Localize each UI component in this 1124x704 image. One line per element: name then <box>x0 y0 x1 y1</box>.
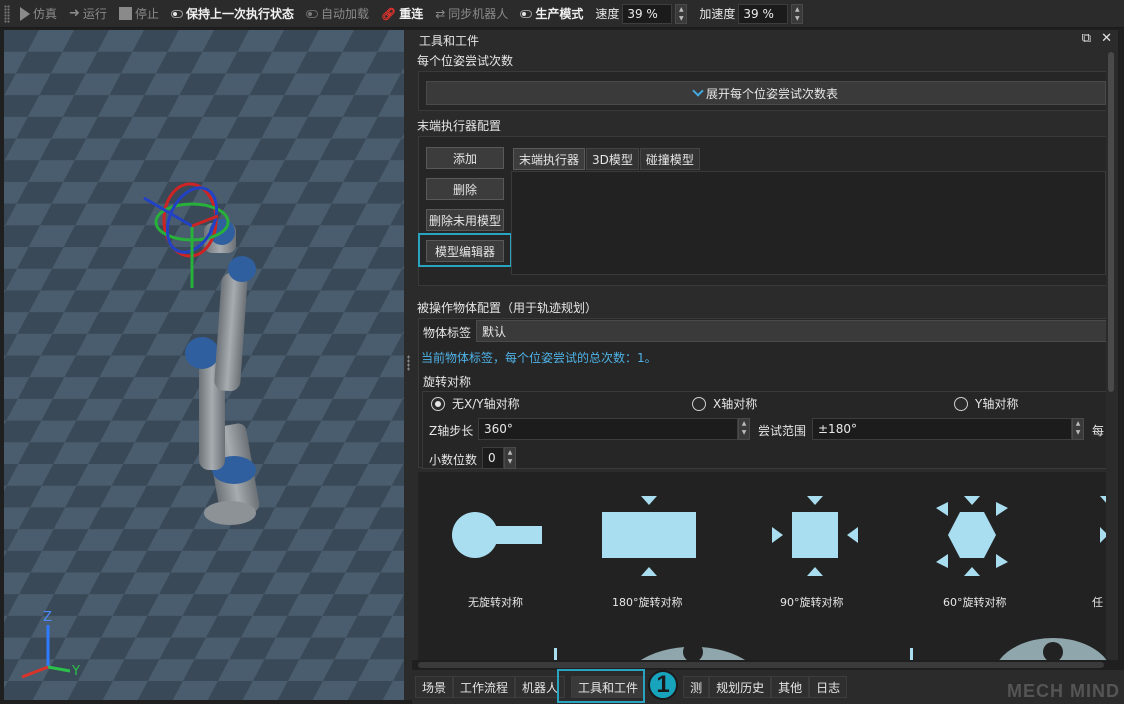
total-attempts-info: 当前物体标签，每个位姿尝试的总次数：1。 <box>421 351 657 365</box>
speed-control: 速度 39 % ▲ ▼ <box>589 0 693 28</box>
panel-scrollbar[interactable] <box>1106 52 1116 658</box>
radio-icon <box>954 396 968 411</box>
rotation-60-shape <box>936 496 1008 576</box>
delete-unused-models-button[interactable]: 删除未用模型 <box>426 209 504 231</box>
run-icon: ➜ <box>69 6 80 21</box>
step-badge-1: 1 <box>648 670 678 700</box>
panel-title: 工具和工件 <box>419 33 480 48</box>
symmetry-diagrams <box>452 496 1108 660</box>
object-tag-label: 物体标签 <box>423 326 472 340</box>
accel-input[interactable]: 39 % <box>738 3 789 24</box>
object-tag-select[interactable]: 默认 <box>476 320 1108 342</box>
axis-y-label: Y <box>71 664 80 679</box>
no-rotation-symmetry-shape <box>452 512 542 558</box>
object-section-label: 被操作物体配置（用于轨迹规划） <box>417 301 598 315</box>
keep-state-toggle[interactable]: 保持上一次执行状态 <box>165 0 300 28</box>
accel-stepper[interactable]: ▲ ▼ <box>791 3 804 24</box>
scene-viewport[interactable]: Z Y <box>4 30 404 700</box>
accel-control: 加速度 39 % ▲ ▼ <box>693 0 809 28</box>
caption-60: 60°旋转对称 <box>943 596 1007 609</box>
radio-selected-icon <box>431 396 445 411</box>
tab-measure[interactable]: 测 <box>683 676 710 698</box>
horizontal-scrollbar[interactable] <box>418 662 1104 668</box>
per-label: 每 <box>1092 424 1105 438</box>
effector-section-label: 末端执行器配置 <box>417 119 502 133</box>
auto-load-toggle[interactable]: 自动加载 <box>300 0 375 28</box>
splitter-handle[interactable] <box>407 355 410 371</box>
speed-stepper[interactable]: ▲ ▼ <box>675 3 688 24</box>
rotation-180-shape <box>602 496 696 576</box>
expand-attempts-button[interactable]: 展开每个位姿尝试次数表 <box>426 81 1106 105</box>
tab-3d-model[interactable]: 3D模型 <box>586 148 639 170</box>
stop-icon <box>118 7 132 20</box>
caption-partial: 任 <box>1092 596 1103 609</box>
decimals-input[interactable]: 0 <box>482 447 504 469</box>
lower-illustrations <box>554 637 1107 660</box>
axis-z-label: Z <box>43 610 52 625</box>
tools-workpiece-panel: 工具和工件 ⧉ ✕ 每个位姿尝试次数 展开每个位姿尝试次数表 末端执行器配置 添… <box>412 30 1118 660</box>
scene-canvas: Z Y <box>4 30 404 700</box>
try-range-stepper[interactable]: ▲ ▼ <box>1072 418 1084 440</box>
radio-x-symmetry[interactable]: X轴对称 <box>692 395 757 412</box>
radio-no-xy-symmetry[interactable]: 无X/Y轴对称 <box>431 395 520 412</box>
effector-tabs: 末端执行器 3D模型 碰撞模型 <box>513 148 701 170</box>
tab-planning-history[interactable]: 规划历史 <box>709 676 772 698</box>
tab-workflow[interactable]: 工作流程 <box>453 676 516 698</box>
link-icon: 🔗︎ <box>380 6 397 21</box>
tab-end-effector[interactable]: 末端执行器 <box>513 148 586 170</box>
radio-y-symmetry[interactable]: Y轴对称 <box>954 395 1018 412</box>
caption-no-rotation: 无旋转对称 <box>468 596 523 609</box>
sync-icon: ⇄ <box>435 6 446 21</box>
toggle-icon <box>170 9 183 18</box>
scrollbar-thumb[interactable] <box>1108 52 1114 392</box>
tab-log[interactable]: 日志 <box>809 676 848 698</box>
simulate-button[interactable]: 仿真 <box>14 0 63 28</box>
run-button[interactable]: ➜ 运行 <box>63 0 113 28</box>
main-toolbar: 仿真 ➜ 运行 停止 保持上一次执行状态 自动加载 🔗︎ 重连 ⇄ 同步机器人 … <box>0 0 1124 28</box>
tab-scene[interactable]: 场景 <box>415 676 454 698</box>
sync-robot-button[interactable]: ⇄ 同步机器人 <box>429 0 514 28</box>
tab-collision-model[interactable]: 碰撞模型 <box>639 148 700 170</box>
effector-tab-body <box>511 171 1106 275</box>
rotation-symmetry-label: 旋转对称 <box>423 375 472 389</box>
delete-button[interactable]: 删除 <box>426 178 504 200</box>
z-step-label: Z轴步长 <box>429 424 474 438</box>
decimals-stepper[interactable]: ▲ ▼ <box>504 447 516 469</box>
rotation-90-shape <box>772 496 858 576</box>
chevron-down-icon <box>692 84 704 97</box>
toolbar-grip[interactable] <box>4 4 10 23</box>
decimals-label: 小数位数 <box>429 453 478 467</box>
caption-90: 90°旋转对称 <box>780 596 844 609</box>
model-editor-highlight <box>418 233 512 267</box>
stop-button[interactable]: 停止 <box>113 0 165 28</box>
z-step-input[interactable]: 360° <box>478 418 738 440</box>
watermark-logo: MECH MIND <box>1007 681 1120 701</box>
toggle-icon <box>305 9 318 18</box>
panel-header: 工具和工件 ⧉ ✕ <box>412 30 1118 50</box>
attempts-section-label: 每个位姿尝试次数 <box>417 54 514 68</box>
play-icon <box>20 6 30 21</box>
bottom-tab-bar: 场景 工作流程 机器人 工具和工件 测 规划历史 其他 日志 MECH MIND <box>412 670 1124 704</box>
tab-other[interactable]: 其他 <box>771 676 810 698</box>
production-mode-toggle[interactable]: 生产模式 <box>514 0 589 28</box>
speed-input[interactable]: 39 % <box>622 3 673 24</box>
radio-icon <box>692 396 706 411</box>
float-icon[interactable]: ⧉ <box>1082 31 1091 46</box>
tools-tab-highlight <box>557 669 645 703</box>
z-step-stepper[interactable]: ▲ ▼ <box>738 418 750 440</box>
reconnect-button[interactable]: 🔗︎ 重连 <box>375 0 429 28</box>
add-button[interactable]: 添加 <box>426 147 504 169</box>
close-icon[interactable]: ✕ <box>1101 31 1112 46</box>
toggle-icon <box>520 9 533 18</box>
symmetry-illustrations <box>418 472 1108 660</box>
caption-180: 180°旋转对称 <box>612 596 683 609</box>
try-range-input[interactable]: ±180° <box>812 418 1072 440</box>
try-range-label: 尝试范围 <box>758 424 807 438</box>
